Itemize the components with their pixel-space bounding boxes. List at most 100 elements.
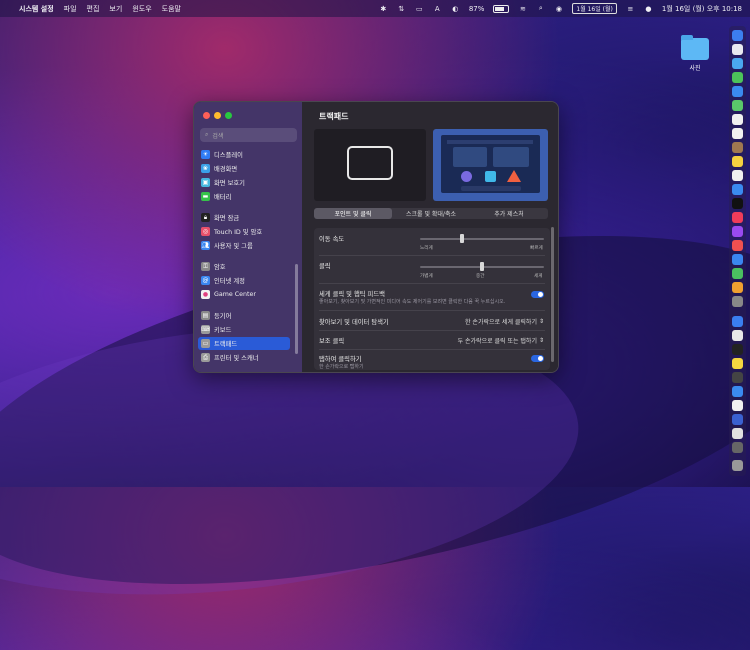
menubar-clock[interactable]: 1월 16일 (월) 오후 10:18: [662, 4, 742, 14]
appstore-icon[interactable]: [732, 254, 743, 265]
menu-edit[interactable]: 편집: [87, 4, 100, 14]
downloads-icon[interactable]: [732, 442, 743, 453]
vscode-icon[interactable]: [732, 386, 743, 397]
preview-icon[interactable]: [732, 400, 743, 411]
contacts-icon[interactable]: [732, 142, 743, 153]
force-click-label: 세게 클릭 및 햅틱 피드백: [319, 291, 385, 298]
click-medium-label: 중간: [476, 274, 485, 279]
numbers-icon[interactable]: [732, 268, 743, 279]
finder-icon[interactable]: [732, 30, 743, 41]
launchpad-icon[interactable]: [732, 44, 743, 55]
page-title: 트랙패드: [319, 112, 349, 121]
trackpad-illustration: [347, 146, 393, 180]
gesture-video-preview: [433, 129, 548, 201]
control-center-icon[interactable]: ≡: [626, 5, 635, 13]
click-slider[interactable]: [420, 262, 544, 271]
input-source-icon[interactable]: A: [433, 5, 442, 13]
sidebar-item-internet-accounts[interactable]: @ 인터넷 계정: [198, 274, 290, 287]
control-icon[interactable]: ◐: [451, 5, 460, 13]
news-icon[interactable]: [732, 240, 743, 251]
app-icon[interactable]: [732, 372, 743, 383]
pages-icon[interactable]: [732, 282, 743, 293]
divider: [319, 330, 545, 331]
dock: [729, 26, 746, 476]
slider-knob[interactable]: [480, 262, 484, 271]
tab-more-gestures[interactable]: 추가 제스처: [470, 208, 548, 219]
app-icon[interactable]: [732, 414, 743, 425]
maps-icon[interactable]: [732, 100, 743, 111]
battery-icon[interactable]: [493, 4, 510, 13]
photos-icon[interactable]: [732, 114, 743, 125]
force-click-toggle[interactable]: [531, 291, 544, 298]
calendar-icon[interactable]: [732, 128, 743, 139]
menu-file[interactable]: 파일: [64, 4, 77, 14]
display-status-icon[interactable]: ▭: [415, 5, 424, 13]
tab-scroll-zoom[interactable]: 스크롤 및 확대/축소: [392, 208, 470, 219]
preview-circle: [461, 171, 472, 182]
podcasts-icon[interactable]: [732, 226, 743, 237]
search-field[interactable]: ⌕ 검색: [200, 128, 297, 142]
sidebar-item-label: 트랙패드: [214, 341, 238, 348]
sidebar-item-label: 배경화면: [214, 166, 238, 173]
desktop-folder[interactable]: 사진: [677, 35, 713, 72]
wallpaper-icon: ❀: [201, 164, 210, 173]
menu-help[interactable]: 도움말: [162, 4, 181, 14]
app-icon[interactable]: [732, 316, 743, 327]
sidebar-item-screensaver[interactable]: ▣ 화면 보호기: [198, 176, 290, 189]
sidebar-item-users[interactable]: 👥︎ 사용자 및 그룹: [198, 239, 290, 252]
sidebar-item-label: Touch ID 및 암호: [214, 229, 263, 236]
secondary-click-popup[interactable]: 두 손가락으로 클릭 또는 탭하기 ⇕: [458, 336, 544, 345]
sidebar-item-printers[interactable]: ⎙ 프린터 및 스캐너: [198, 351, 290, 364]
sidebar-item-keyboard[interactable]: ⌨ 키보드: [198, 323, 290, 336]
terminal-icon[interactable]: [732, 344, 743, 355]
slider-knob[interactable]: [460, 234, 465, 243]
tv-icon[interactable]: [732, 198, 743, 209]
messages-icon[interactable]: [732, 72, 743, 83]
zoom-button[interactable]: [225, 112, 232, 119]
tracking-speed-slider[interactable]: [420, 234, 544, 243]
sidebar-item-wallet[interactable]: ▤ 등기어: [198, 309, 290, 322]
search-icon: ⌕: [205, 131, 209, 138]
kakaotalk-icon[interactable]: [732, 358, 743, 369]
app-icon[interactable]: [732, 428, 743, 439]
user-icon[interactable]: ◉: [554, 5, 563, 13]
sidebar-item-wallpaper[interactable]: ❀ 배경화면: [198, 162, 290, 175]
music-icon[interactable]: [732, 212, 743, 223]
reminders-icon[interactable]: [732, 170, 743, 181]
click-light-label: 가볍게: [420, 274, 433, 279]
preview-menubar: [447, 140, 533, 144]
sidebar-item-gamecenter[interactable]: ● Game Center: [198, 288, 290, 301]
content-scrollbar[interactable]: [551, 227, 554, 362]
sidebar-item-touchid[interactable]: ◎ Touch ID 및 암호: [198, 225, 290, 238]
close-button[interactable]: [203, 112, 210, 119]
spotlight-icon[interactable]: ⌕: [536, 4, 545, 13]
mail-icon[interactable]: [732, 86, 743, 97]
airdrop-icon[interactable]: ⇅: [397, 5, 406, 13]
sidebar-item-lockscreen[interactable]: 🔒︎ 화면 잠금: [198, 211, 290, 224]
bluetooth-icon[interactable]: ✱: [379, 5, 388, 13]
trash-icon[interactable]: [732, 460, 743, 471]
tap-to-click-toggle[interactable]: [531, 355, 544, 362]
safari-icon[interactable]: [732, 58, 743, 69]
sidebar-item-label: 등기어: [214, 313, 232, 320]
sidebar-item-trackpad[interactable]: ▭ 트랙패드: [198, 337, 290, 350]
sidebar-scrollbar[interactable]: [295, 264, 298, 354]
minimize-button[interactable]: [214, 112, 221, 119]
freeform-icon[interactable]: [732, 184, 743, 195]
menu-view[interactable]: 보기: [109, 4, 122, 14]
divider: [319, 255, 545, 256]
tab-bar: 포인트 및 클릭 스크롤 및 확대/축소 추가 제스처: [314, 208, 548, 219]
notes-icon[interactable]: [732, 156, 743, 167]
lookup-popup[interactable]: 한 손가락으로 세게 클릭하기 ⇕: [465, 317, 544, 326]
wifi-icon[interactable]: ≋: [518, 5, 527, 13]
menu-window[interactable]: 윈도우: [132, 4, 151, 14]
date-badge[interactable]: 1월 16일 (월): [572, 3, 617, 14]
settings-icon[interactable]: [732, 296, 743, 307]
sidebar-item-passwords[interactable]: ⚿ 암호: [198, 260, 290, 273]
sidebar-item-battery[interactable]: ▬ 배터리: [198, 190, 290, 203]
tab-point-click[interactable]: 포인트 및 클릭: [314, 208, 392, 219]
siri-icon[interactable]: ●: [644, 5, 653, 13]
notion-icon[interactable]: [732, 330, 743, 341]
app-menu[interactable]: 시스템 설정: [19, 4, 54, 14]
sidebar-item-display[interactable]: ☀ 디스플레이: [198, 148, 290, 161]
